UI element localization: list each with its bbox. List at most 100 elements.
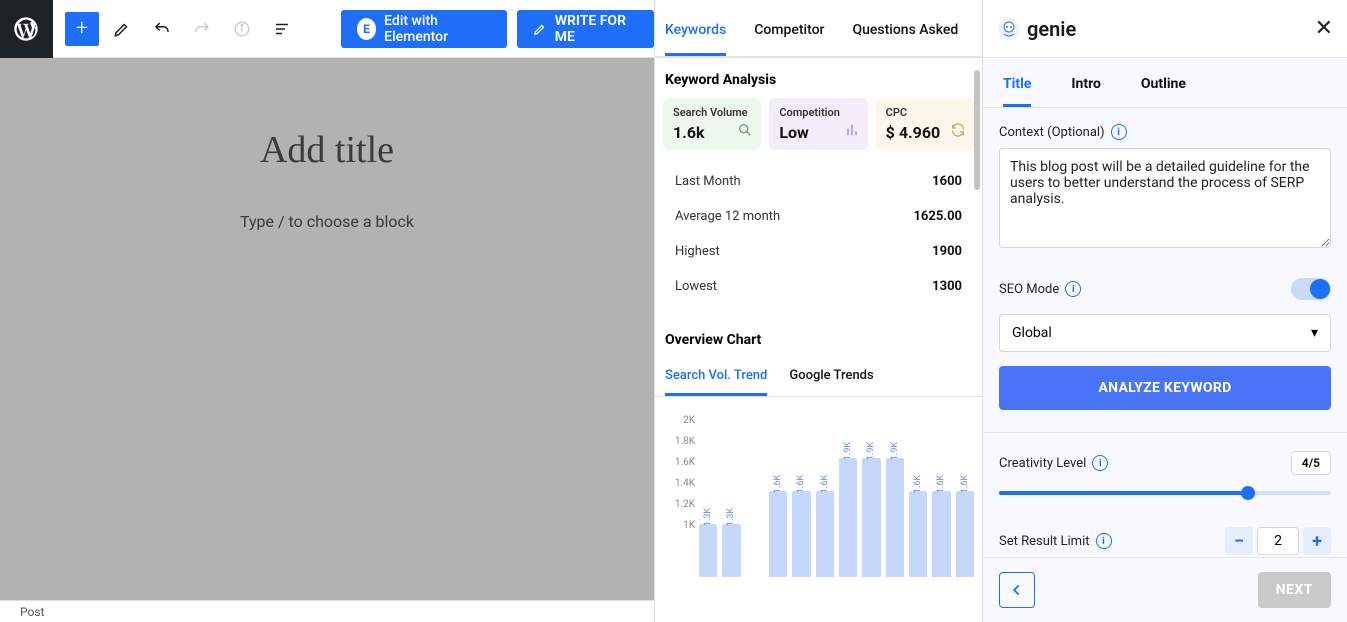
bar-chart-icon — [844, 122, 860, 142]
bar-value-label: 1.6K — [913, 475, 923, 493]
bar-column: 1.9K — [862, 446, 880, 577]
stat-row: Last Month 1600 — [675, 164, 962, 199]
wordpress-icon — [12, 15, 40, 43]
bar — [956, 491, 974, 577]
pencil-icon — [533, 21, 547, 37]
bar — [792, 491, 810, 577]
competition-card: Competition Low — [769, 98, 867, 150]
write-for-me-label: WRITE FOR ME — [555, 13, 638, 45]
back-button[interactable] — [999, 572, 1035, 608]
y-tick: 1.2K — [663, 499, 695, 510]
region-select[interactable]: Global ▾ — [999, 314, 1331, 352]
tab-outline[interactable]: Outline — [1141, 76, 1186, 107]
outline-button[interactable] — [265, 12, 299, 46]
close-button[interactable]: ✕ — [1315, 16, 1333, 41]
chevron-down-icon: ▾ — [1311, 325, 1318, 341]
bar-value-label: 1.9K — [866, 442, 876, 460]
next-button[interactable]: NEXT — [1258, 572, 1331, 608]
bar — [699, 524, 717, 577]
stepper-value: 2 — [1257, 527, 1299, 555]
genie-logo: genie — [997, 17, 1076, 41]
tab-competitor[interactable]: Competitor — [754, 22, 824, 56]
y-tick: 1K — [663, 520, 695, 531]
editor-modal-overlay[interactable] — [0, 58, 654, 600]
tab-keywords[interactable]: Keywords — [665, 22, 726, 56]
analyze-keyword-button[interactable]: ANALYZE KEYWORD — [999, 366, 1331, 410]
info-icon[interactable]: i — [1065, 281, 1081, 297]
stat-value: 1625.00 — [913, 209, 962, 224]
search-volume-chart: 2K1.8K1.6K1.4K1.2K1K 1.3K1.3K1.6K1.6K1.6… — [655, 397, 982, 577]
stat-key: Highest — [675, 244, 720, 259]
bar — [886, 458, 904, 577]
creativity-label: Creativity Level i — [999, 455, 1108, 471]
stat-value: 1600 — [932, 174, 962, 189]
seo-mode-label: SEO Mode i — [999, 281, 1081, 297]
bar-value-label: 1.3K — [703, 508, 713, 526]
creativity-slider[interactable] — [999, 485, 1331, 501]
redo-button[interactable] — [185, 12, 219, 46]
bar — [839, 458, 857, 577]
bar-value-label: 1.9K — [890, 442, 900, 460]
info-icon[interactable]: i — [1096, 533, 1112, 549]
brand-name: genie — [1027, 17, 1076, 41]
stat-row: Highest1900 — [675, 234, 962, 269]
stepper-decrement[interactable]: − — [1225, 527, 1253, 555]
stat-value: 1300 — [932, 279, 962, 294]
context-textarea[interactable] — [999, 148, 1331, 248]
stat-row: Average 12 month1625.00 — [675, 199, 962, 234]
stepper-increment[interactable]: + — [1303, 527, 1331, 555]
bar-column: 1.6K — [932, 479, 950, 577]
bar-column: 1.6K — [909, 479, 927, 577]
bar-column: 1.3K — [722, 512, 740, 577]
elementor-icon: E — [357, 18, 376, 40]
y-tick: 1.8K — [663, 436, 695, 447]
search-volume-card: Search Volume 1.6k — [663, 98, 761, 150]
card-label: Competition — [779, 106, 857, 119]
info-icon[interactable]: i — [1111, 124, 1127, 140]
bar — [932, 491, 950, 577]
elementor-button[interactable]: E Edit with Elementor — [341, 10, 507, 48]
slider-knob[interactable] — [1241, 486, 1255, 500]
elementor-label: Edit with Elementor — [384, 13, 491, 45]
y-tick: 1.6K — [663, 457, 695, 468]
search-icon — [737, 122, 753, 142]
info-icon[interactable]: i — [1092, 455, 1108, 471]
tab-intro[interactable]: Intro — [1071, 76, 1101, 107]
bar-value-label: 1.6K — [936, 475, 946, 493]
result-limit-label: Set Result Limit i — [999, 533, 1112, 549]
stat-key: Lowest — [675, 279, 717, 294]
seo-mode-toggle[interactable] — [1291, 278, 1331, 300]
bar-column: 1.6K — [816, 479, 834, 577]
stat-row: Lowest 1300 — [675, 269, 962, 304]
stat-key: Last Month — [675, 174, 741, 189]
bar-column: 1.6K — [956, 479, 974, 577]
y-tick: 1.4K — [663, 478, 695, 489]
info-button[interactable] — [225, 12, 259, 46]
bar-column: 1.9K — [839, 446, 857, 577]
bar — [909, 491, 927, 577]
context-label: Context (Optional) i — [999, 124, 1331, 140]
wordpress-logo[interactable] — [0, 0, 53, 58]
chart-tab-google-trends[interactable]: Google Trends — [789, 368, 873, 396]
bar-value-label: 1.6K — [960, 475, 970, 493]
chart-tab-search-vol[interactable]: Search Vol. Trend — [665, 368, 767, 396]
creativity-value-chip: 4/5 — [1291, 451, 1331, 475]
overview-chart-heading: Overview Chart — [655, 318, 982, 358]
genie-icon — [997, 17, 1021, 41]
bar-column: 1.6K — [769, 479, 787, 577]
refresh-icon — [950, 122, 966, 142]
bar — [816, 491, 834, 577]
write-for-me-button[interactable]: WRITE FOR ME — [517, 10, 654, 48]
tab-questions-asked[interactable]: Questions Asked — [852, 22, 958, 56]
scrollbar-thumb[interactable] — [974, 70, 980, 190]
region-selected: Global — [1012, 325, 1052, 341]
bar-value-label: 1.3K — [726, 508, 736, 526]
tab-title[interactable]: Title — [1003, 76, 1031, 107]
add-block-button[interactable]: + — [65, 12, 99, 46]
card-label: Search Volume — [673, 106, 751, 119]
edit-tool-icon[interactable] — [105, 12, 139, 46]
panel-scrollbar[interactable] — [974, 60, 980, 540]
bar-column — [746, 575, 764, 577]
bar — [862, 458, 880, 577]
undo-button[interactable] — [145, 12, 179, 46]
